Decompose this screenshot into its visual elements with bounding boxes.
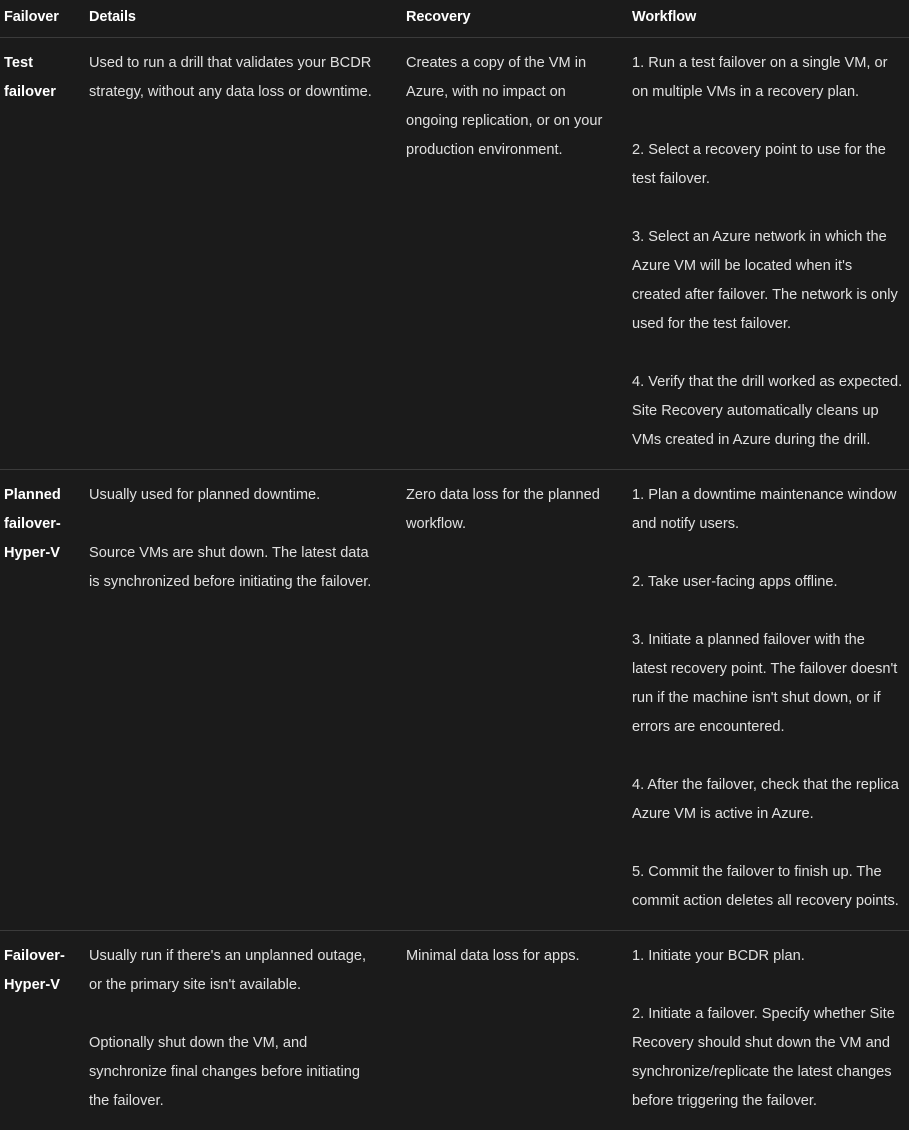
paragraph: Creates a copy of the VM in Azure, with … [406, 49, 606, 165]
paragraph: 3. Select an Azure network in which the … [632, 223, 903, 339]
paragraph: 1. Initiate your BCDR plan. [632, 942, 903, 971]
column-header-details: Details [89, 0, 406, 38]
paragraph: 1. Plan a downtime maintenance window an… [632, 481, 903, 539]
cell-failover: Test failover [0, 38, 89, 470]
column-header-workflow: Workflow [632, 0, 909, 38]
table-row: Failover-Hyper-V Usually run if there's … [0, 931, 909, 1130]
failover-comparison-table: Failover Details Recovery Workflow Test … [0, 0, 909, 1130]
paragraph: 4. Verify that the drill worked as expec… [632, 368, 903, 455]
table-body: Test failover Used to run a drill that v… [0, 38, 909, 1130]
paragraph: Minimal data loss for apps. [406, 942, 606, 971]
cell-details: Used to run a drill that validates your … [89, 38, 406, 470]
paragraph: 5. Commit the failover to finish up. The… [632, 858, 903, 916]
cell-failover: Planned failover-Hyper-V [0, 470, 89, 931]
table-header: Failover Details Recovery Workflow [0, 0, 909, 38]
cell-workflow: 1. Plan a downtime maintenance window an… [632, 470, 909, 931]
cell-details: Usually run if there's an unplanned outa… [89, 931, 406, 1130]
cell-details: Usually used for planned downtime. Source… [89, 470, 406, 931]
paragraph: Optionally shut down the VM, and synchro… [89, 1029, 380, 1116]
paragraph: 2. Initiate a failover. Specify whether … [632, 1000, 903, 1116]
cell-workflow: 1. Run a test failover on a single VM, o… [632, 38, 909, 470]
paragraph: Used to run a drill that validates your … [89, 49, 380, 107]
paragraph: Zero data loss for the planned workflow. [406, 481, 606, 539]
cell-workflow: 1. Initiate your BCDR plan. 2. Initiate a… [632, 931, 909, 1130]
paragraph: Usually used for planned downtime. [89, 481, 380, 510]
table-header-row: Failover Details Recovery Workflow [0, 0, 909, 38]
cell-recovery: Zero data loss for the planned workflow. [406, 470, 632, 931]
paragraph: Source VMs are shut down. The latest dat… [89, 539, 380, 597]
table-row: Planned failover-Hyper-V Usually used fo… [0, 470, 909, 931]
paragraph: 4. After the failover, check that the re… [632, 771, 903, 829]
cell-recovery: Minimal data loss for apps. [406, 931, 632, 1130]
paragraph: 1. Run a test failover on a single VM, o… [632, 49, 903, 107]
column-header-failover: Failover [0, 0, 89, 38]
cell-failover: Failover-Hyper-V [0, 931, 89, 1130]
paragraph: 2. Select a recovery point to use for th… [632, 136, 903, 194]
paragraph: Usually run if there's an unplanned outa… [89, 942, 380, 1000]
cell-recovery: Creates a copy of the VM in Azure, with … [406, 38, 632, 470]
column-header-recovery: Recovery [406, 0, 632, 38]
paragraph: 3. Initiate a planned failover with the … [632, 626, 903, 742]
table-row: Test failover Used to run a drill that v… [0, 38, 909, 470]
paragraph: 2. Take user-facing apps offline. [632, 568, 903, 597]
